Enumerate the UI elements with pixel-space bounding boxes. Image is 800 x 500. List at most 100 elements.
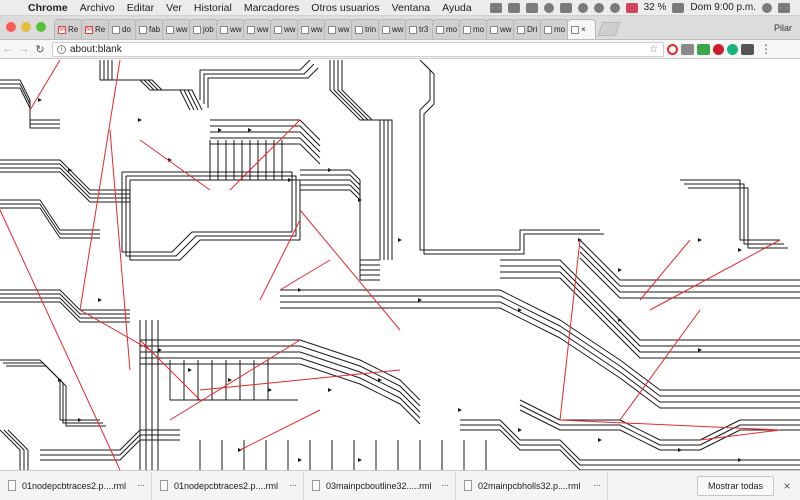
download-item[interactable]: 01nodepcbtraces2.p....rml ··· (0, 471, 152, 500)
toolpath-arrow (98, 298, 102, 302)
chrome-menu-icon[interactable]: ⋮ (760, 42, 772, 56)
battery-icon[interactable] (672, 2, 685, 13)
drive-icon (517, 25, 525, 34)
toolpath-arrow (138, 118, 142, 122)
browser-tab[interactable]: fab (135, 19, 164, 39)
opera-extension-icon[interactable] (667, 43, 678, 55)
ratsnest-line (649, 239, 781, 311)
browser-tab[interactable]: mo (459, 19, 488, 39)
menu-item-ventana[interactable]: Ventana (386, 2, 437, 14)
ratsnest-line (559, 239, 581, 421)
ratsnest-line (29, 60, 61, 111)
browser-tab[interactable]: M Re (81, 19, 110, 39)
download-filename[interactable]: 02mainpcbholls32.p....rml (478, 481, 593, 491)
download-menu-icon[interactable]: ··· (137, 480, 151, 491)
browser-tab[interactable]: ww (297, 19, 326, 39)
browser-tab[interactable]: Dri (513, 19, 542, 39)
browser-tab[interactable]: mo (432, 19, 461, 39)
browser-tab[interactable]: tr3 (405, 19, 434, 39)
zoom-window-button[interactable] (36, 22, 46, 32)
forward-icon[interactable]: → (16, 43, 32, 55)
browser-tab[interactable]: job (189, 19, 218, 39)
browser-tab[interactable]: M Re (54, 19, 83, 39)
time-machine-icon[interactable] (593, 2, 604, 13)
menu-item-marcadores[interactable]: Marcadores (238, 2, 305, 14)
download-filename[interactable]: 01nodepcbtraces2.p....rml (174, 481, 289, 491)
menu-item-ver[interactable]: Ver (160, 2, 188, 14)
clock[interactable]: Dom 9:00 p.m. (690, 2, 756, 13)
toolpath-trace (460, 419, 800, 461)
toolpath-trace (300, 174, 380, 266)
minimize-window-button[interactable] (21, 22, 31, 32)
browser-tab[interactable]: mo (540, 19, 569, 39)
browser-tab[interactable]: ww (378, 19, 407, 39)
back-icon[interactable]: ← (0, 43, 16, 55)
browser-tab[interactable]: ww (216, 19, 245, 39)
browser-tab[interactable]: × (567, 19, 596, 39)
download-item[interactable]: 01nodepcbtraces2.p....rml ··· (152, 471, 304, 500)
toolpath-trace (125, 175, 297, 257)
close-shelf-icon[interactable]: × (774, 479, 800, 493)
notification-center-icon[interactable] (778, 2, 790, 13)
toolpath-trace (169, 360, 200, 401)
menu-item-archivo[interactable]: Archivo (74, 2, 121, 14)
extension-icon[interactable] (681, 43, 694, 55)
info-icon[interactable]: i (57, 44, 66, 54)
file-icon (160, 480, 168, 491)
browser-tab[interactable]: ww (243, 19, 272, 39)
download-item[interactable]: 03mainpcboutline32.....rml ··· (304, 471, 456, 500)
search-icon[interactable] (762, 2, 772, 13)
tab-label: trin (365, 25, 377, 34)
toolpath-trace (140, 357, 421, 419)
download-menu-icon[interactable]: ··· (289, 480, 303, 491)
download-shelf: 01nodepcbtraces2.p....rml ··· 01nodepcbtra… (0, 470, 800, 500)
ratsnest-line (0, 209, 121, 470)
page-icon (355, 25, 363, 34)
display-icon[interactable] (559, 2, 572, 13)
bluetooth-icon[interactable] (577, 2, 588, 13)
grammarly-icon[interactable] (727, 43, 738, 55)
address-bar[interactable]: i about:blank ☆ (52, 41, 664, 57)
toolpath-trace (680, 179, 780, 241)
pinterest-icon[interactable] (713, 43, 724, 55)
close-window-button[interactable] (6, 22, 16, 32)
address-bar-url[interactable]: about:blank (70, 44, 649, 55)
menu-item-editar[interactable]: Editar (121, 2, 160, 14)
menu-item-ayuda[interactable]: Ayuda (436, 2, 478, 14)
menu-item-otros-usuarios[interactable]: Otros usuarios (305, 2, 385, 14)
menu-item-historial[interactable]: Historial (188, 2, 238, 14)
download-menu-icon[interactable]: ··· (593, 480, 607, 491)
browser-tab[interactable]: do (108, 19, 137, 39)
flag-es-icon[interactable] (625, 2, 638, 13)
wifi-icon[interactable] (609, 2, 620, 13)
profile-button[interactable]: Pilar (774, 23, 800, 39)
sync-icon[interactable] (543, 2, 554, 13)
download-filename[interactable]: 03mainpcboutline32.....rml (326, 481, 441, 491)
dropbox-icon[interactable] (489, 2, 502, 13)
toolpath-trace (107, 60, 199, 111)
toolpath-arrow (518, 428, 522, 432)
tab-label: ww (257, 25, 269, 34)
menu-app-name[interactable]: Chrome (22, 2, 74, 14)
browser-tab[interactable]: ww (324, 19, 353, 39)
new-tab-button[interactable] (597, 22, 621, 36)
toolpath-trace (6, 365, 106, 427)
toolpath-arrow (358, 458, 362, 462)
toolpath-trace (0, 301, 130, 323)
browser-tab[interactable]: ww (486, 19, 515, 39)
download-menu-icon[interactable]: ··· (441, 480, 455, 491)
download-filename[interactable]: 01nodepcbtraces2.p....rml (22, 481, 137, 491)
browser-tab[interactable]: trin (351, 19, 380, 39)
reload-icon[interactable]: ↻ (32, 43, 48, 56)
bookmark-star-icon[interactable]: ☆ (649, 44, 663, 55)
browser-tab[interactable]: ww (162, 19, 191, 39)
browser-tab[interactable]: ww (270, 19, 299, 39)
toolpath-arrow (518, 308, 522, 312)
gmail-icon: M (58, 25, 66, 34)
show-all-downloads-button[interactable]: Mostrar todas (696, 475, 774, 496)
green-extension-icon[interactable] (697, 43, 710, 55)
capture-extension-icon[interactable] (741, 43, 754, 55)
bookmark-icon[interactable] (525, 2, 538, 13)
download-item[interactable]: 02mainpcbholls32.p....rml ··· (456, 471, 608, 500)
evernote-icon[interactable] (507, 2, 520, 13)
